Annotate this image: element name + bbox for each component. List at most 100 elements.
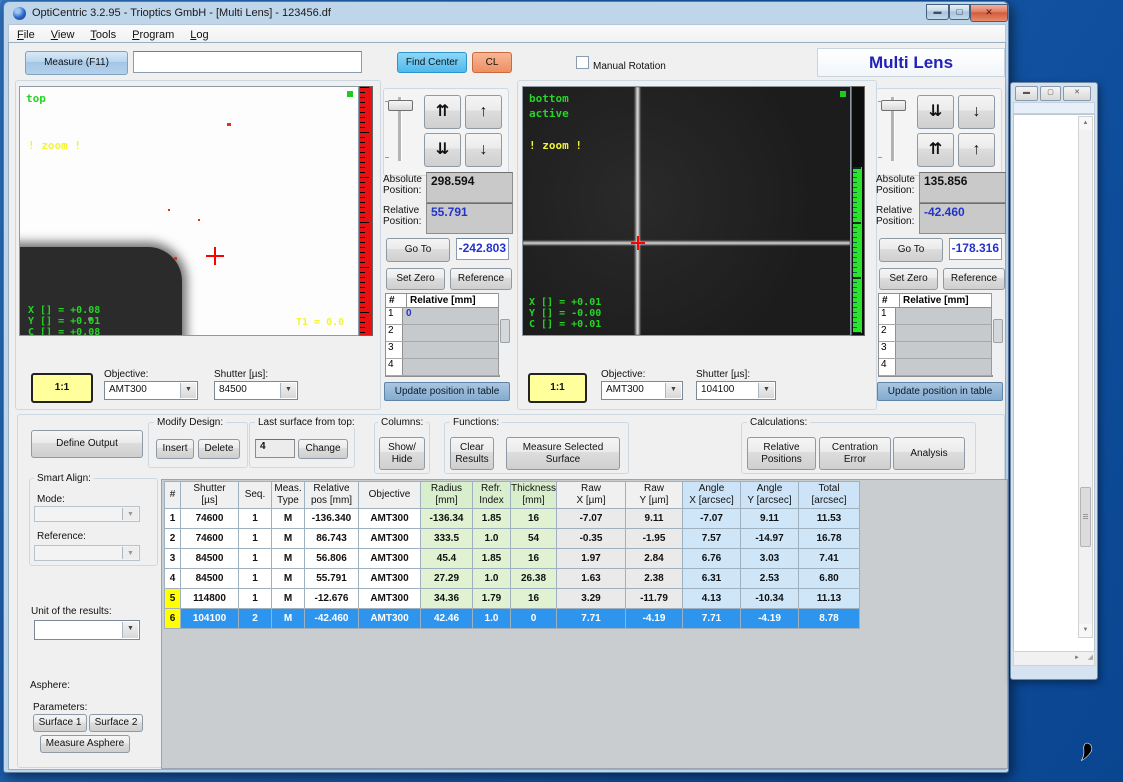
- table-cell[interactable]: -7.07: [683, 509, 741, 529]
- scroll-down-icon[interactable]: ▼: [1079, 624, 1092, 637]
- show-hide-button[interactable]: Show/ Hide: [379, 437, 425, 470]
- reference-select[interactable]: ▼: [34, 545, 140, 561]
- table-cell[interactable]: AMT300: [359, 569, 421, 589]
- scrollbar-thumb[interactable]: [1080, 487, 1091, 547]
- measure-asphere-button[interactable]: Measure Asphere: [40, 735, 130, 753]
- table-cell[interactable]: -42.460: [305, 609, 359, 629]
- table-cell[interactable]: 42.46: [421, 609, 473, 629]
- slider-handle[interactable]: [388, 100, 413, 111]
- table-cell[interactable]: 7.71: [557, 609, 626, 629]
- jog-arrow-button[interactable]: ↑: [958, 133, 995, 167]
- measure-button[interactable]: Measure (F11): [25, 51, 128, 75]
- table-cell[interactable]: 27.29: [421, 569, 473, 589]
- menu-item-program[interactable]: Program: [124, 27, 182, 43]
- close-button[interactable]: ✕: [970, 4, 1008, 22]
- menu-item-file[interactable]: File: [9, 27, 43, 43]
- goto-button[interactable]: Go To: [386, 238, 450, 262]
- table-cell[interactable]: 1.85: [473, 509, 511, 529]
- minimize-button[interactable]: ▬: [1015, 86, 1038, 101]
- position-list-row[interactable]: 3: [879, 342, 992, 359]
- table-cell[interactable]: 16: [511, 509, 557, 529]
- table-row[interactable]: 4845001M55.791AMT30027.291.026.381.632.3…: [164, 569, 860, 589]
- position-list[interactable]: #Relative [mm]10234: [385, 293, 500, 377]
- reference-button[interactable]: Reference: [943, 268, 1005, 290]
- close-button[interactable]: ✕: [1063, 86, 1091, 101]
- table-cell[interactable]: -4.19: [626, 609, 683, 629]
- jog-arrow-button[interactable]: ↓: [958, 95, 995, 129]
- table-cell[interactable]: -136.340: [305, 509, 359, 529]
- table-cell[interactable]: -7.07: [557, 509, 626, 529]
- table-cell[interactable]: 34.36: [421, 589, 473, 609]
- table-cell[interactable]: 1: [239, 529, 272, 549]
- maximize-button[interactable]: ▢: [949, 4, 970, 20]
- table-cell[interactable]: 1: [239, 569, 272, 589]
- set-zero-button[interactable]: Set Zero: [386, 268, 445, 290]
- row-number-cell[interactable]: 2: [164, 529, 181, 549]
- table-row[interactable]: 61041002M-42.460AMT30042.461.007.71-4.19…: [164, 609, 860, 629]
- table-row[interactable]: 3845001M56.806AMT30045.41.85161.972.846.…: [164, 549, 860, 569]
- objective-select[interactable]: AMT300▼: [104, 381, 198, 400]
- ratio-button[interactable]: 1:1: [31, 373, 93, 403]
- position-list-row[interactable]: 2: [386, 325, 499, 342]
- delete-button[interactable]: Delete: [198, 439, 240, 459]
- table-cell[interactable]: 6.76: [683, 549, 741, 569]
- position-list-scrollbar[interactable]: [991, 293, 1003, 375]
- scroll-right-icon[interactable]: ►: [1074, 652, 1080, 664]
- reference-button[interactable]: Reference: [450, 268, 512, 290]
- table-cell[interactable]: 16: [511, 589, 557, 609]
- table-cell[interactable]: 1.97: [557, 549, 626, 569]
- table-cell[interactable]: -14.97: [741, 529, 799, 549]
- horizontal-scrollbar[interactable]: ► ◢: [1013, 651, 1095, 666]
- position-list-row[interactable]: 2: [879, 325, 992, 342]
- shutter-select[interactable]: 84500▼: [214, 381, 298, 400]
- table-cell[interactable]: 8.78: [799, 609, 860, 629]
- table-cell[interactable]: -11.79: [626, 589, 683, 609]
- menu-item-view[interactable]: View: [43, 27, 83, 43]
- row-number-cell[interactable]: 3: [164, 549, 181, 569]
- table-cell[interactable]: 1.63: [557, 569, 626, 589]
- table-cell[interactable]: 104100: [181, 609, 239, 629]
- goto-button[interactable]: Go To: [879, 238, 943, 262]
- table-cell[interactable]: 3.29: [557, 589, 626, 609]
- position-list[interactable]: #Relative [mm]1234: [878, 293, 993, 377]
- find-center-button[interactable]: Find Center: [397, 52, 467, 73]
- centration-error-button[interactable]: Centration Error: [819, 437, 891, 470]
- table-cell[interactable]: -0.35: [557, 529, 626, 549]
- objective-select[interactable]: AMT300▼: [601, 381, 683, 400]
- table-cell[interactable]: 26.38: [511, 569, 557, 589]
- update-position-button[interactable]: Update position in table: [384, 382, 510, 401]
- table-cell[interactable]: -4.19: [741, 609, 799, 629]
- checkbox-box[interactable]: [576, 56, 589, 69]
- table-cell[interactable]: 4.13: [683, 589, 741, 609]
- row-number-cell[interactable]: 6: [164, 609, 181, 629]
- table-cell[interactable]: M: [272, 529, 305, 549]
- table-cell[interactable]: 1.0: [473, 569, 511, 589]
- table-cell[interactable]: 6.31: [683, 569, 741, 589]
- table-row[interactable]: 2746001M86.743AMT300333.51.054-0.35-1.95…: [164, 529, 860, 549]
- position-list-row[interactable]: 1: [879, 308, 992, 325]
- table-cell[interactable]: M: [272, 569, 305, 589]
- unit-select[interactable]: ▼: [34, 620, 140, 640]
- table-cell[interactable]: 1: [239, 589, 272, 609]
- measure-selected-button[interactable]: Measure Selected Surface: [506, 437, 620, 470]
- table-cell[interactable]: 45.4: [421, 549, 473, 569]
- table-cell[interactable]: 7.41: [799, 549, 860, 569]
- table-cell[interactable]: 9.11: [626, 509, 683, 529]
- table-cell[interactable]: 11.13: [799, 589, 860, 609]
- table-cell[interactable]: 2: [239, 609, 272, 629]
- table-cell[interactable]: 2.53: [741, 569, 799, 589]
- change-button[interactable]: Change: [298, 439, 348, 459]
- position-list-scrollbar[interactable]: [498, 293, 510, 375]
- vertical-scrollbar[interactable]: ▲ ▼: [1078, 116, 1093, 638]
- goto-input[interactable]: -242.803: [456, 238, 509, 260]
- analysis-button[interactable]: Analysis: [893, 437, 965, 470]
- table-cell[interactable]: 16: [511, 549, 557, 569]
- table-cell[interactable]: AMT300: [359, 609, 421, 629]
- position-list-row[interactable]: 3: [386, 342, 499, 359]
- table-cell[interactable]: 74600: [181, 509, 239, 529]
- table-cell[interactable]: 3.03: [741, 549, 799, 569]
- table-cell[interactable]: 74600: [181, 529, 239, 549]
- insert-button[interactable]: Insert: [156, 439, 194, 459]
- shutter-select[interactable]: 104100▼: [696, 381, 776, 400]
- table-cell[interactable]: M: [272, 609, 305, 629]
